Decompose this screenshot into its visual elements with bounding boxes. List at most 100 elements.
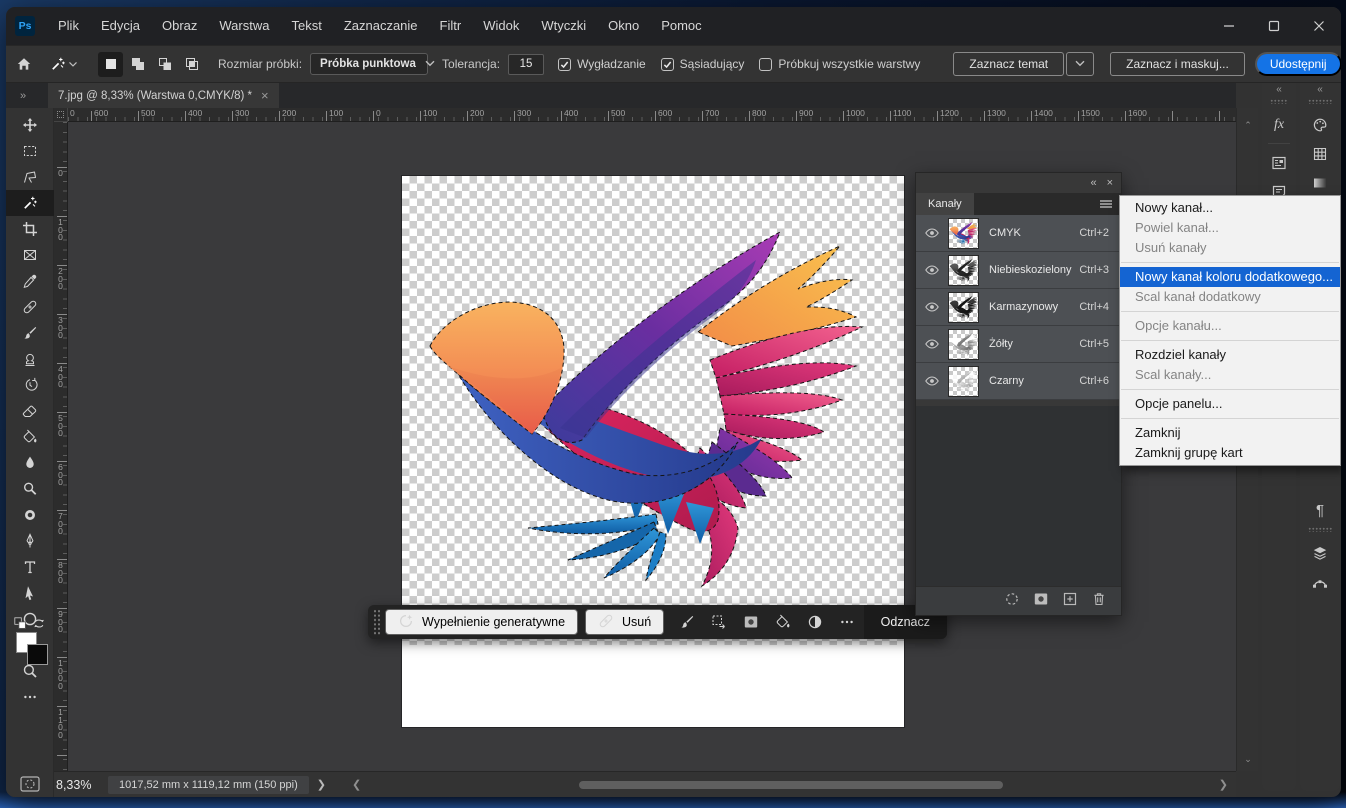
- tab-close-icon[interactable]: ×: [261, 88, 269, 103]
- tool-paint-bucket[interactable]: [6, 424, 54, 450]
- tool-brush[interactable]: [6, 320, 54, 346]
- menu-pomoc[interactable]: Pomoc: [650, 7, 712, 45]
- tool-path-selection[interactable]: [6, 580, 54, 606]
- tool-magic-wand[interactable]: [6, 190, 54, 216]
- tool-more-tools[interactable]: [6, 684, 54, 710]
- menu-item-nowy-kanał-koloru-dodatkowego[interactable]: Nowy kanał koloru dodatkowego...: [1120, 267, 1340, 287]
- tool-pen[interactable]: [6, 528, 54, 554]
- mode-new-icon[interactable]: [98, 52, 123, 77]
- status-menu-chevron[interactable]: ❯: [317, 778, 326, 791]
- remove-button[interactable]: Usuń: [585, 609, 664, 635]
- gradients-panel-icon[interactable]: [1300, 168, 1340, 197]
- menu-item-rozdziel-kanały[interactable]: Rozdziel kanały: [1120, 345, 1340, 365]
- photoshop-logo[interactable]: Ps: [15, 16, 35, 36]
- expand-selection-icon[interactable]: [703, 609, 735, 635]
- chevron-down-icon[interactable]: [66, 52, 80, 76]
- home-icon[interactable]: [16, 52, 32, 76]
- save-mask-icon[interactable]: [735, 609, 767, 635]
- fx-panel-icon[interactable]: fx: [1262, 110, 1296, 139]
- menu-wtyczki[interactable]: Wtyczki: [530, 7, 597, 45]
- vertical-ruler[interactable]: 010020030040050060070080090010001100: [54, 122, 68, 771]
- save-mask-icon[interactable]: [1033, 591, 1049, 612]
- checkbox-sąsiadujący[interactable]: Sąsiadujący: [661, 57, 745, 71]
- toolbar-collapse-icon[interactable]: »: [6, 90, 40, 102]
- checkbox-próbkuj-wszystkie-warstwy[interactable]: Próbkuj wszystkie warstwy: [759, 57, 920, 71]
- background-color-swatch[interactable]: [27, 644, 48, 665]
- document-canvas[interactable]: [402, 176, 904, 727]
- scrollbar-thumb[interactable]: [579, 781, 1003, 789]
- menu-plik[interactable]: Plik: [47, 7, 90, 45]
- channel-row-żółty[interactable]: Żółty Ctrl+5: [916, 326, 1121, 363]
- taskbar-drag-handle[interactable]: [373, 609, 381, 635]
- maximize-button[interactable]: [1251, 7, 1296, 45]
- paint-bucket-icon[interactable]: [767, 609, 799, 635]
- scroll-up-icon[interactable]: ⌃: [1237, 120, 1259, 131]
- channel-row-niebieskozielony[interactable]: Niebieskozielony Ctrl+3: [916, 252, 1121, 289]
- channel-thumbnail[interactable]: [948, 366, 979, 397]
- document-tab[interactable]: 7.jpg @ 8,33% (Warstwa 0,CMYK/8) * ×: [48, 83, 279, 108]
- horizontal-scrollbar[interactable]: [371, 780, 1203, 790]
- tool-history-brush[interactable]: [6, 372, 54, 398]
- select-subject-dropdown[interactable]: [1066, 52, 1094, 76]
- menu-filtr[interactable]: Filtr: [429, 7, 473, 45]
- swap-colors-control[interactable]: [6, 614, 54, 632]
- tool-spot-healing-brush[interactable]: [6, 294, 54, 320]
- channel-thumbnail[interactable]: [948, 292, 979, 323]
- adjustments-icon[interactable]: [799, 609, 831, 635]
- channel-thumbnail[interactable]: [948, 218, 979, 249]
- dock-grip[interactable]: [1308, 99, 1332, 104]
- generative-fill-button[interactable]: Wypełnienie generatywne: [385, 609, 578, 635]
- visibility-eye-icon[interactable]: [916, 299, 948, 315]
- dashed-circle-icon[interactable]: [1004, 591, 1020, 612]
- brush-icon[interactable]: [671, 609, 703, 635]
- paragraph-panel-icon[interactable]: ¶: [1300, 496, 1340, 525]
- mode-subtract-icon[interactable]: [152, 52, 177, 77]
- visibility-eye-icon[interactable]: [916, 336, 948, 352]
- menu-item-nowy-kanał[interactable]: Nowy kanał...: [1120, 198, 1340, 218]
- dock-grip[interactable]: [1308, 527, 1332, 532]
- sample-size-dropdown[interactable]: Próbka punktowa: [310, 53, 428, 75]
- select-and-mask-button[interactable]: Zaznacz i maskuj...: [1110, 52, 1245, 76]
- tool-eyedropper[interactable]: [6, 268, 54, 294]
- tool-blur[interactable]: [6, 450, 54, 476]
- menu-item-opcje-panelu[interactable]: Opcje panelu...: [1120, 394, 1340, 414]
- select-subject-button[interactable]: Zaznacz temat: [953, 52, 1064, 76]
- tool-polygonal-lasso[interactable]: [6, 164, 54, 190]
- panel-collapse-icon[interactable]: «: [1090, 177, 1096, 189]
- horizontal-ruler[interactable]: 0600500400300200100010020030040050060070…: [68, 108, 1236, 122]
- channel-row-cmyk[interactable]: CMYK Ctrl+2: [916, 215, 1121, 252]
- plus-square-icon[interactable]: [1062, 591, 1078, 612]
- properties-panel-icon[interactable]: [1262, 148, 1296, 177]
- tool-clone-stamp[interactable]: [6, 346, 54, 372]
- checkbox-wygładzanie[interactable]: Wygładzanie: [558, 57, 646, 71]
- channels-tab[interactable]: Kanały: [916, 193, 974, 215]
- scroll-down-icon[interactable]: ⌄: [1237, 754, 1259, 765]
- channel-row-czarny[interactable]: Czarny Ctrl+6: [916, 363, 1121, 400]
- menu-widok[interactable]: Widok: [472, 7, 530, 45]
- panel-menu-icon[interactable]: [1098, 196, 1114, 217]
- menu-warstwa[interactable]: Warstwa: [208, 7, 280, 45]
- magic-wand-icon[interactable]: [50, 52, 66, 76]
- zoom-level[interactable]: 8,33%: [56, 778, 102, 792]
- visibility-eye-icon[interactable]: [916, 373, 948, 389]
- menu-tekst[interactable]: Tekst: [280, 7, 332, 45]
- layers-panel-icon[interactable]: [1300, 538, 1340, 567]
- minimize-button[interactable]: [1206, 7, 1251, 45]
- visibility-eye-icon[interactable]: [916, 262, 948, 278]
- menu-item-zamknij-grupę-kart[interactable]: Zamknij grupę kart: [1120, 443, 1340, 463]
- close-button[interactable]: [1296, 7, 1341, 45]
- tolerance-input[interactable]: [508, 54, 544, 75]
- swatches-panel-icon[interactable]: [1300, 139, 1340, 168]
- tool-dodge[interactable]: [6, 476, 54, 502]
- tool-type[interactable]: [6, 554, 54, 580]
- dock-grip[interactable]: [1270, 99, 1288, 104]
- more-tools-icon[interactable]: [831, 609, 863, 635]
- tool-move[interactable]: [6, 112, 54, 138]
- tool-frame[interactable]: [6, 242, 54, 268]
- ruler-origin-corner[interactable]: [54, 108, 68, 122]
- dock-collapse-icon[interactable]: «: [1262, 83, 1296, 97]
- quick-mask-button[interactable]: [6, 776, 54, 792]
- share-button[interactable]: Udostępnij: [1255, 52, 1341, 76]
- menu-zaznaczanie[interactable]: Zaznaczanie: [333, 7, 429, 45]
- tool-eraser[interactable]: [6, 398, 54, 424]
